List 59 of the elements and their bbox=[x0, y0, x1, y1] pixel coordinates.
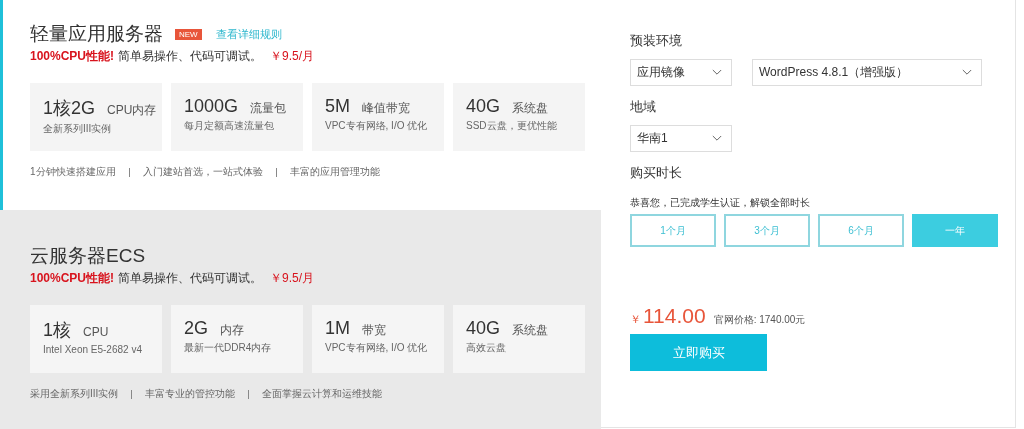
spec-label: CPU bbox=[83, 325, 109, 339]
spec-value: 2G bbox=[184, 318, 208, 339]
spec-detail: Intel Xeon E5-2682 v4 bbox=[43, 344, 143, 355]
spec-value: 1核 bbox=[43, 319, 71, 342]
section-label: 预装环境 bbox=[630, 32, 683, 50]
spec-label: 流量包 bbox=[250, 100, 287, 117]
spec-detail: SSD云盘，更优性能 bbox=[466, 119, 558, 133]
feature-text: 丰富的应用管理功能 bbox=[289, 165, 380, 179]
spec-label: 峰值带宽 bbox=[362, 100, 410, 117]
feature-text: 入门建站首选，一站式体验 bbox=[142, 165, 263, 179]
spec-value: 40G bbox=[466, 96, 501, 117]
section-label: 购买时长 bbox=[630, 164, 683, 182]
product-title: 轻量应用服务器 bbox=[30, 22, 163, 46]
description-text: 简单易操作、代码可调试。 bbox=[118, 270, 263, 287]
product-title: 云服务器ECS bbox=[30, 244, 146, 268]
duration-option[interactable]: 6个月 bbox=[818, 214, 904, 247]
spec-detail: VPC专有网络, I/O 优化 bbox=[325, 341, 429, 355]
spec-detail: VPC专有网络, I/O 优化 bbox=[325, 119, 429, 133]
spec-label: CPU内存 bbox=[107, 102, 157, 119]
section-label: 地域 bbox=[630, 98, 657, 116]
buy-button[interactable]: 立即购买 bbox=[630, 334, 767, 371]
rules-link[interactable]: 查看详细规则 bbox=[215, 26, 282, 42]
feature-text: 全面掌握云计算和运维技能 bbox=[262, 387, 383, 401]
duration-option[interactable]: 3个月 bbox=[724, 214, 810, 247]
currency-sign: ￥ bbox=[630, 312, 641, 327]
price-text: ￥9.5/月 bbox=[270, 48, 315, 65]
duration-option[interactable]: 1个月 bbox=[630, 214, 716, 247]
spec-value: 1000G bbox=[184, 96, 239, 117]
spec-detail: 每月定额高速流量包 bbox=[184, 119, 275, 133]
spec-value: 5M bbox=[325, 96, 350, 117]
chevron-down-icon bbox=[712, 135, 722, 142]
dropdown[interactable]: 华南1 bbox=[630, 125, 732, 152]
new-badge: NEW bbox=[175, 28, 202, 40]
highlight-text: 100%CPU性能! bbox=[30, 48, 115, 65]
spec-label: 系统盘 bbox=[512, 100, 549, 117]
price-amount: 114.00 bbox=[643, 304, 706, 328]
feature-text: 采用全新系列III实例 bbox=[30, 387, 119, 401]
spec-value: 1核2G bbox=[43, 97, 96, 120]
product-card[interactable]: 云服务器ECS 100%CPU性能! 简单易操作、代码可调试。 ￥9.5/月 1核 CPU Intel Xeon E5-2682 v4 2G 内存 最新一代DDR4内存 1M 带宽 VPC专有网络, I/O 优化 40G 系统盘 高效云盘 采用全新系列III实例 丰富专业的管控功能 全面掌握云计算和运维技能 bbox=[0, 210, 601, 429]
feature-text: 1分钟快速搭建应用 bbox=[30, 165, 116, 179]
spec-detail: 全新系列III实例 bbox=[43, 122, 113, 136]
spec-label: 带宽 bbox=[362, 322, 386, 339]
feature-text: 丰富专业的管控功能 bbox=[145, 387, 236, 401]
list-price-text: 官网价格: 1740.00元 bbox=[713, 313, 806, 327]
dropdown[interactable]: 应用镜像 bbox=[630, 59, 732, 86]
price-text: ￥9.5/月 bbox=[270, 270, 315, 287]
spec-value: 1M bbox=[325, 318, 350, 339]
spec-detail: 最新一代DDR4内存 bbox=[184, 341, 273, 355]
highlight-text: 100%CPU性能! bbox=[30, 270, 115, 287]
spec-label: 内存 bbox=[220, 322, 244, 339]
duration-option[interactable]: 一年 bbox=[912, 214, 998, 247]
chevron-down-icon bbox=[962, 69, 972, 76]
notice-text: 恭喜您，已完成学生认证，解锁全部时长 bbox=[630, 196, 811, 210]
chevron-down-icon bbox=[712, 69, 722, 76]
spec-value: 40G bbox=[466, 318, 501, 339]
description-text: 简单易操作、代码可调试。 bbox=[118, 48, 263, 65]
spec-detail: 高效云盘 bbox=[466, 341, 507, 355]
dropdown[interactable]: WordPress 4.8.1（增强版） bbox=[752, 59, 982, 86]
spec-label: 系统盘 bbox=[512, 322, 549, 339]
